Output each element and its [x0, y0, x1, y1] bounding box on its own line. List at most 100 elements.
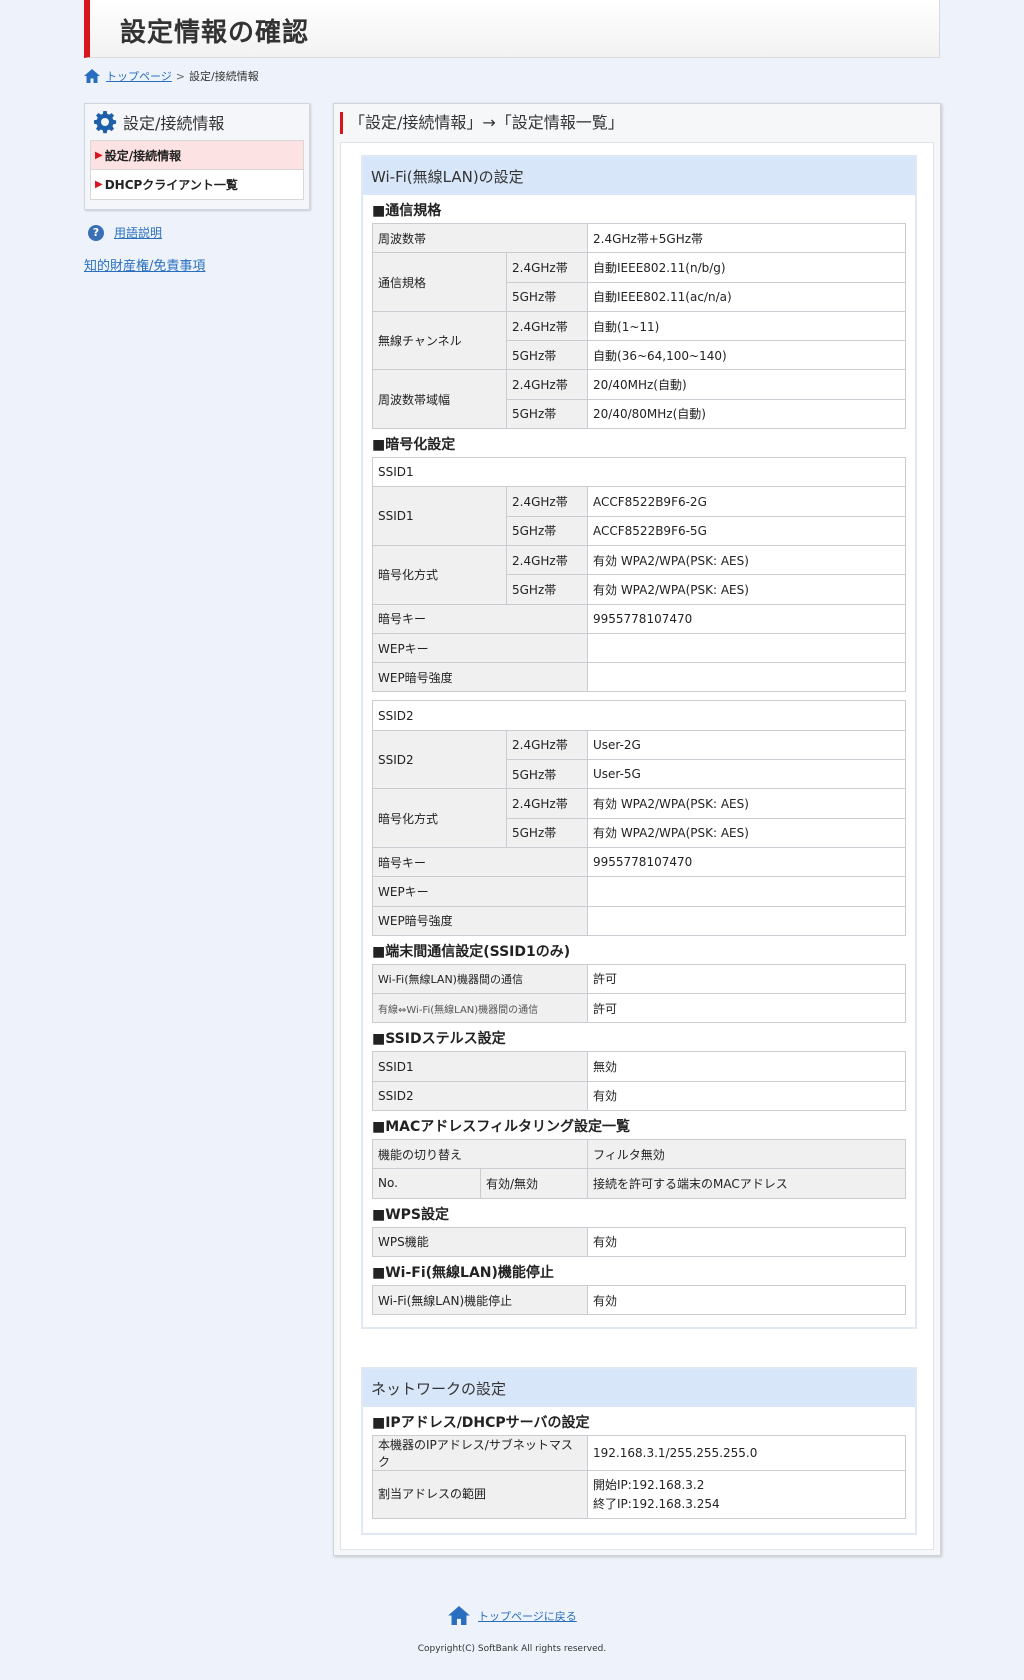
back-to-top[interactable]: トップページに戻る: [448, 1606, 577, 1625]
table-row: 通信規格 2.4GHz帯 自動IEEE802.11(n/b/g): [372, 252, 906, 312]
table-row: SSID1 2.4GHz帯 ACCF8522B9F6-2G: [372, 486, 906, 546]
table-row: WPS機能 有効: [372, 1226, 906, 1257]
table-row: WEP暗号強度: [372, 905, 906, 936]
wired-wifi-inter-value: 許可: [587, 993, 906, 1024]
freq-label: 周波数帯: [371, 222, 589, 254]
wep-strength-label: WEP暗号強度: [372, 905, 588, 936]
triangle-right-icon: ▶: [95, 149, 103, 161]
wifi-stop-table: Wi-Fi(無線LAN)機能停止 有効: [372, 1284, 906, 1316]
inter-terminal-table: Wi-Fi(無線LAN)機器間の通信 許可 有線⇔Wi-Fi(無線LAN)機器間…: [372, 963, 906, 1024]
wep-key-label: WEPキー: [372, 876, 588, 907]
wep-key-label: WEPキー: [372, 632, 588, 664]
wep-strength-value: [587, 662, 906, 693]
band-label: 5GHz帯: [505, 281, 589, 312]
sidebar-item-label: 設定/接続情報: [104, 148, 182, 163]
wifi-stop-heading: ■Wi-Fi(無線LAN)機能停止: [372, 1264, 554, 1281]
stealth-ssid1-value: 無効: [587, 1051, 906, 1082]
network-section: ネットワークの設定 ■IPアドレス/DHCPサーバの設定 本機器のIPアドレス/…: [361, 1367, 917, 1535]
stealth-table: SSID1 無効 SSID2 有効: [372, 1051, 906, 1112]
question-icon: ?: [88, 224, 104, 241]
table-row: 周波数帯 2.4GHz帯+5GHz帯: [371, 222, 906, 254]
mac-col-no: No.: [372, 1168, 481, 1199]
ssid2-24-value: User-2G: [587, 729, 906, 761]
table-row: 割当アドレスの範囲 開始IP:192.168.3.2 終了IP:192.168.…: [372, 1470, 906, 1519]
band-label: 2.4GHz帯: [506, 729, 588, 761]
wep-strength-value: [587, 905, 906, 936]
mac-filter-table: 機能の切り替え フィルタ無効 No. 有効/無効 接続を許可する端末のMACアド…: [371, 1139, 906, 1199]
wifi-inter-label: Wi-Fi(無線LAN)機器間の通信: [372, 963, 588, 995]
enc-5-value: 有効 WPA2/WPA(PSK: AES): [587, 574, 906, 605]
table-row: SSID1 無効: [372, 1051, 906, 1082]
glossary-label[interactable]: 用語説明: [114, 224, 162, 241]
home-icon: [448, 1606, 470, 1625]
encryption-heading: ■暗号化設定: [372, 437, 456, 454]
enc-method-label: 暗号化方式: [372, 544, 507, 605]
ip-address-value: 192.168.3.1/255.255.255.0: [587, 1435, 906, 1471]
table-row: WEPキー: [372, 632, 906, 664]
table-row: 有線⇔Wi-Fi(無線LAN)機器間の通信 許可: [372, 993, 906, 1024]
triangle-right-icon: ▶: [95, 179, 103, 190]
bandwidth-24-value: 20/40MHz(自動): [587, 369, 906, 400]
wep-strength-label: WEP暗号強度: [372, 662, 588, 693]
glossary-link[interactable]: ? 用語説明: [88, 224, 162, 241]
channel-24-value: 自動(1~11): [587, 310, 906, 342]
enc-24-value: 有効 WPA2/WPA(PSK: AES): [587, 788, 906, 819]
page-header: 設定情報の確認: [84, 0, 940, 58]
table-row: 無線チャンネル 2.4GHz帯 自動(1~11): [372, 310, 906, 371]
main-inner: Wi-Fi(無線LAN)の設定 ■通信規格 周波数帯 2.4GHz帯+5GHz帯…: [340, 142, 934, 1550]
main-panel: 「設定/接続情報」→「設定情報一覧」 Wi-Fi(無線LAN)の設定 ■通信規格…: [333, 103, 941, 1556]
freq-value: 2.4GHz帯+5GHz帯: [587, 222, 906, 254]
ssid2-title: SSID2: [372, 700, 906, 731]
ssid1-5-value: ACCF8522B9F6-5G: [587, 515, 906, 546]
channel-5-value: 自動(36~64,100~140): [587, 340, 906, 371]
mac-switch-value: フィルタ無効: [587, 1139, 906, 1170]
enc-key-value: 9955778107470: [587, 846, 906, 878]
home-icon[interactable]: [84, 69, 100, 83]
std-24-value: 自動IEEE802.11(n/b/g): [587, 252, 906, 283]
breadcrumb-home-link[interactable]: トップページ: [106, 68, 172, 84]
table-row: 暗号キー 9955778107470: [372, 603, 906, 634]
comm-standard-heading: ■通信規格: [372, 203, 442, 219]
sidebar-title: 設定/接続情報: [85, 104, 309, 140]
ssid2-5-value: User-5G: [587, 759, 906, 790]
back-to-top-label[interactable]: トップページに戻る: [478, 1608, 577, 1624]
std-5-value: 自動IEEE802.11(ac/n/a): [587, 281, 906, 312]
ssid2-encryption-table: SSID2 SSID2 2.4GHz帯 User-2G 5GHz帯 User-5…: [372, 700, 906, 936]
wifi-section-heading: Wi-Fi(無線LAN)の設定: [363, 157, 915, 195]
enc-key-label: 暗号キー: [372, 603, 588, 634]
band-label: 5GHz帯: [506, 515, 588, 546]
table-row: SSID1: [372, 457, 906, 488]
table-row: No. 有効/無効 接続を許可する端末のMACアドレス: [372, 1168, 906, 1199]
mac-switch-label: 機能の切り替え: [371, 1139, 589, 1170]
stealth-ssid2-label: SSID2: [372, 1080, 588, 1112]
ip-disclaimer-link[interactable]: 知的財産権/免責事項: [84, 255, 205, 274]
address-range-value: 開始IP:192.168.3.2 終了IP:192.168.3.254: [587, 1470, 906, 1519]
ssid-label: SSID1: [372, 486, 507, 546]
wifi-stop-label: Wi-Fi(無線LAN)機能停止: [372, 1284, 588, 1316]
table-row: WEPキー: [372, 876, 906, 907]
band-label: 2.4GHz帯: [506, 544, 588, 576]
wifi-section: Wi-Fi(無線LAN)の設定 ■通信規格 周波数帯 2.4GHz帯+5GHz帯…: [361, 155, 917, 1330]
table-row: 暗号化方式 2.4GHz帯 有効 WPA2/WPA(PSK: AES): [372, 544, 906, 605]
wep-key-value: [587, 632, 906, 664]
bandwidth-5-value: 20/40/80MHz(自動): [587, 398, 906, 430]
stealth-heading: ■SSIDステルス設定: [372, 1031, 506, 1048]
table-row: 本機器のIPアドレス/サブネットマスク 192.168.3.1/255.255.…: [372, 1435, 906, 1471]
sidebar-item-dhcp-clients[interactable]: ▶ DHCPクライアント一覧: [90, 170, 304, 200]
sidebar-menu: 設定/接続情報 ▶ 設定/接続情報 ▶ DHCPクライアント一覧: [84, 103, 310, 210]
stealth-ssid1-label: SSID1: [372, 1051, 588, 1082]
bandwidth-label: 周波数帯域幅: [372, 369, 507, 430]
table-row: Wi-Fi(無線LAN)機器間の通信 許可: [372, 963, 906, 995]
inter-terminal-heading: ■端末間通信設定(SSID1のみ): [372, 943, 571, 960]
page-title: 設定情報の確認: [120, 18, 310, 48]
sidebar-item-settings-info[interactable]: ▶ 設定/接続情報: [90, 140, 304, 170]
ssid1-24-value: ACCF8522B9F6-2G: [587, 486, 906, 517]
wifi-inter-value: 許可: [587, 963, 906, 995]
wps-table: WPS機能 有効: [372, 1226, 906, 1257]
enc-5-value: 有効 WPA2/WPA(PSK: AES): [587, 817, 906, 848]
gear-icon: [94, 111, 117, 134]
breadcrumb-separator: >: [175, 69, 185, 83]
table-row: SSID2 有効: [372, 1080, 906, 1112]
table-row: 暗号化方式 2.4GHz帯 有効 WPA2/WPA(PSK: AES): [372, 788, 906, 848]
enc-key-value: 9955778107470: [587, 603, 906, 634]
